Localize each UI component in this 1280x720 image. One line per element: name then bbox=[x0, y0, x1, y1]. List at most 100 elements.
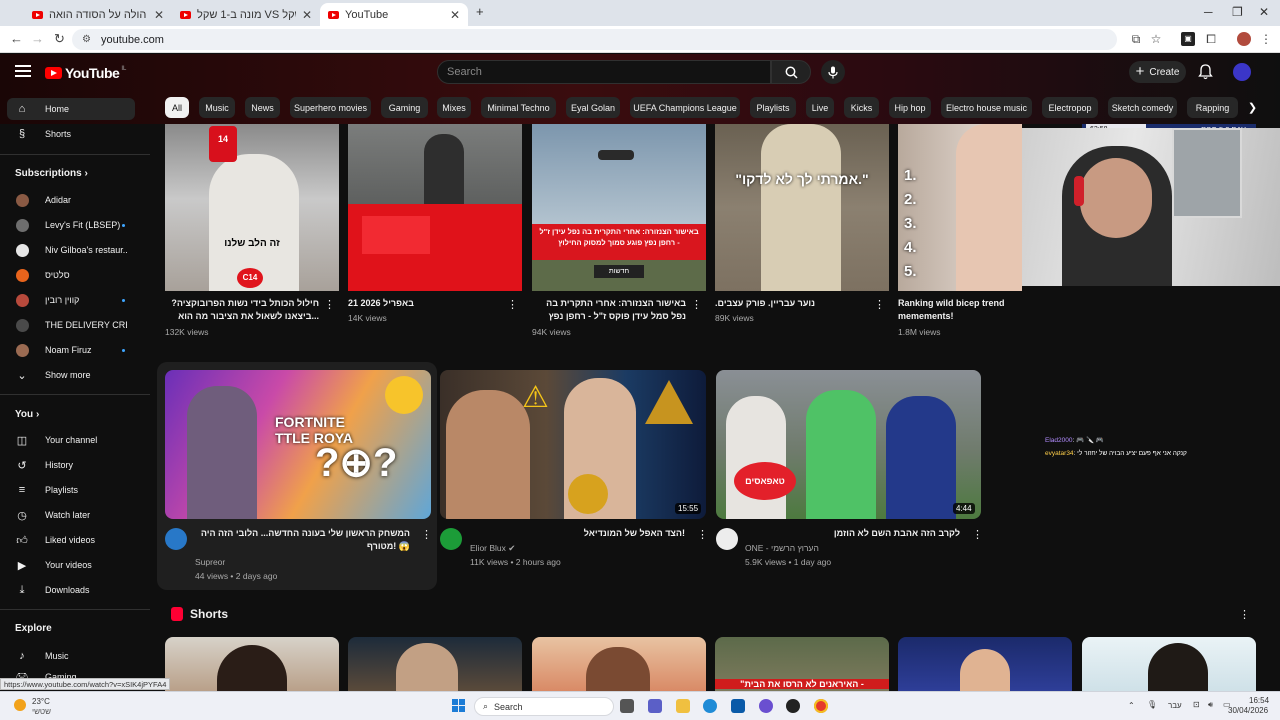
weather-icon[interactable] bbox=[14, 699, 26, 711]
sidebar-subscription[interactable]: סלטיס bbox=[7, 264, 135, 286]
chip-news[interactable]: News bbox=[245, 97, 280, 118]
chip-hip-hop[interactable]: Hip hop bbox=[889, 97, 931, 118]
chrome-icon[interactable] bbox=[814, 699, 828, 713]
sidebar-item-your-channel[interactable]: ◫ Your channel bbox=[7, 429, 135, 451]
more-actions-icon[interactable]: ⋮ bbox=[697, 529, 708, 541]
notifications-bell-icon[interactable] bbox=[1198, 64, 1213, 80]
browser-tab-3-active[interactable]: YouTube ✕ bbox=[320, 3, 468, 26]
minimize-window-icon[interactable]: ─ bbox=[1204, 5, 1213, 19]
youtube-logo[interactable]: YouTube IL bbox=[45, 65, 126, 81]
sidebar-item-liked-videos[interactable]: 👍︎ Liked videos bbox=[7, 529, 135, 551]
chip-uefa-champions-league[interactable]: UEFA Champions League bbox=[630, 97, 740, 118]
edge-icon[interactable] bbox=[703, 699, 717, 713]
sidebar-subscription[interactable]: קווין רובין bbox=[7, 289, 135, 311]
close-window-icon[interactable]: ✕ bbox=[1259, 5, 1269, 19]
install-app-icon[interactable]: ⧉ bbox=[1129, 32, 1143, 46]
forward-arrow-icon[interactable]: → bbox=[31, 31, 44, 46]
extension-icon[interactable]: ▣ bbox=[1181, 32, 1195, 46]
channel-avatar[interactable] bbox=[440, 528, 462, 550]
clock-date[interactable]: 30/04/2026 bbox=[1228, 706, 1268, 715]
you-heading[interactable]: You › bbox=[15, 409, 39, 420]
video-thumbnail[interactable] bbox=[348, 124, 522, 291]
video-title[interactable]: Ranking wild bicep trend memements! bbox=[898, 297, 1018, 323]
video-title[interactable]: באישור הצנזורה: אחרי התקרית בה נפל סמל ע… bbox=[532, 297, 686, 323]
back-arrow-icon[interactable]: ← bbox=[10, 31, 23, 46]
short-thumbnail[interactable] bbox=[532, 637, 706, 691]
chip-minimal-techno[interactable]: Minimal Techno bbox=[481, 97, 556, 118]
volume-icon[interactable]: 🔊︎ bbox=[1208, 700, 1213, 710]
sidebar-subscription[interactable]: Levy's Fit (LBSEP) bbox=[7, 214, 135, 236]
bookmark-star-icon[interactable]: ☆ bbox=[1149, 32, 1163, 46]
browser-menu-icon[interactable]: ⋮ bbox=[1259, 32, 1273, 46]
video-thumbnail[interactable]: באישור הצנזורה: אחרי התקרית בה נפל עידן … bbox=[532, 124, 706, 291]
channel-name[interactable]: ONE - הערוץ הרשמי bbox=[745, 542, 819, 554]
browser-tab-2[interactable]: מונה ב-1 שקל VS ב-1000 שקל? ✕ bbox=[172, 3, 320, 26]
sidebar-subscription[interactable]: THE DELIVERY CRE... bbox=[7, 314, 135, 336]
restore-window-icon[interactable]: ❐ bbox=[1232, 5, 1243, 19]
new-tab-button[interactable]: + bbox=[476, 4, 484, 19]
chip-music[interactable]: Music bbox=[199, 97, 235, 118]
video-title[interactable]: חילול הכותל בידי נשות הפרובוקציה? ...ביצ… bbox=[165, 297, 319, 323]
chip-superhero-movies[interactable]: Superhero movies bbox=[290, 97, 371, 118]
site-info-icon[interactable]: ⚙ bbox=[82, 34, 91, 45]
short-thumbnail[interactable]: "האיראנים לא הרסו את הבית - bbox=[715, 637, 889, 691]
close-tab-icon[interactable]: ✕ bbox=[154, 8, 164, 22]
chip-mixes[interactable]: Mixes bbox=[437, 97, 471, 118]
browser-tab-1[interactable]: נדב הצב הולה על הסודה הואה ✕ bbox=[24, 3, 172, 26]
short-thumbnail[interactable] bbox=[1082, 637, 1256, 691]
chip-all[interactable]: All bbox=[165, 97, 189, 118]
short-thumbnail[interactable] bbox=[898, 637, 1072, 691]
windows-start-icon[interactable] bbox=[452, 699, 466, 713]
sidebar-show-more[interactable]: ⌄ Show more bbox=[7, 364, 135, 386]
more-actions-icon[interactable]: ⋮ bbox=[972, 529, 983, 541]
menu-hamburger-icon[interactable] bbox=[15, 65, 31, 77]
video-thumbnail[interactable]: ⚠ bbox=[440, 370, 706, 519]
chip-electropop[interactable]: Electropop bbox=[1042, 97, 1098, 118]
chip-electro-house-music[interactable]: Electro house music bbox=[941, 97, 1032, 118]
extensions-puzzle-icon[interactable]: ⧠ bbox=[1204, 32, 1218, 46]
keyboard-language[interactable]: עבר bbox=[1168, 701, 1182, 710]
app-icon[interactable] bbox=[759, 699, 773, 713]
video-thumbnail[interactable]: 1. 2. 3. 4. 5. bbox=[898, 124, 1022, 291]
chip-eyal-golan[interactable]: Eyal Golan bbox=[566, 97, 620, 118]
chip-sketch-comedy[interactable]: Sketch comedy bbox=[1108, 97, 1177, 118]
chip-gaming[interactable]: Gaming bbox=[381, 97, 428, 118]
account-avatar[interactable] bbox=[1233, 63, 1251, 81]
app-icon[interactable] bbox=[786, 699, 800, 713]
create-button[interactable]: + Create bbox=[1129, 61, 1186, 83]
close-tab-icon[interactable]: ✕ bbox=[302, 8, 312, 22]
file-explorer-icon[interactable] bbox=[676, 699, 690, 713]
sidebar-item-watch-later[interactable]: ◷ Watch later bbox=[7, 504, 135, 526]
channel-name[interactable]: Elior Blux ✔ bbox=[470, 542, 515, 554]
more-actions-icon[interactable]: ⋮ bbox=[507, 299, 518, 311]
short-thumbnail[interactable] bbox=[165, 637, 339, 691]
video-title[interactable]: לקרב הזה אהבת השם לא הוזמן bbox=[745, 527, 960, 540]
chip-rapping[interactable]: Rapping bbox=[1187, 97, 1238, 118]
search-button[interactable] bbox=[771, 60, 811, 84]
sidebar-item-music[interactable]: ♪ Music bbox=[7, 645, 135, 667]
store-icon[interactable] bbox=[731, 699, 745, 713]
close-tab-icon[interactable]: ✕ bbox=[450, 8, 460, 22]
video-thumbnail[interactable]: טאפאסים bbox=[716, 370, 981, 519]
video-title[interactable]: .נוער עבריין. פורק עצבים bbox=[715, 297, 869, 310]
reload-icon[interactable]: ↻ bbox=[54, 31, 65, 47]
channel-name[interactable]: Supreor bbox=[195, 556, 225, 568]
browser-profile-avatar[interactable] bbox=[1237, 32, 1251, 46]
teams-icon[interactable] bbox=[648, 699, 662, 713]
weather-temp[interactable]: 23°C bbox=[32, 697, 50, 706]
more-actions-icon[interactable]: ⋮ bbox=[874, 299, 885, 311]
address-bar[interactable]: ⚙ youtube.com bbox=[72, 29, 1117, 50]
video-title[interactable]: 21 באפריל 2026 bbox=[348, 297, 502, 310]
more-actions-icon[interactable]: ⋮ bbox=[691, 299, 702, 311]
video-thumbnail[interactable]: "אמרתי לך לא לדקו." bbox=[715, 124, 889, 291]
more-actions-icon[interactable]: ⋮ bbox=[1239, 609, 1250, 621]
sidebar-item-home[interactable]: ⌂ Home bbox=[7, 98, 135, 120]
sidebar-subscription[interactable]: Adidar bbox=[7, 189, 135, 211]
microphone-icon[interactable]: 🎙︎ bbox=[1147, 700, 1157, 709]
chip-playlists[interactable]: Playlists bbox=[750, 97, 796, 118]
video-title[interactable]: המשחק הראשון שלי בעונה החדשה... הלובי הז… bbox=[195, 527, 410, 553]
sidebar-item-downloads[interactable]: ⤓ Downloads bbox=[7, 579, 135, 601]
sidebar-subscription[interactable]: Noam Firuz bbox=[7, 339, 135, 361]
chevron-right-icon[interactable]: ❯ bbox=[1242, 97, 1263, 118]
sidebar-subscription[interactable]: Niv Gilboa's restaur... bbox=[7, 239, 135, 261]
